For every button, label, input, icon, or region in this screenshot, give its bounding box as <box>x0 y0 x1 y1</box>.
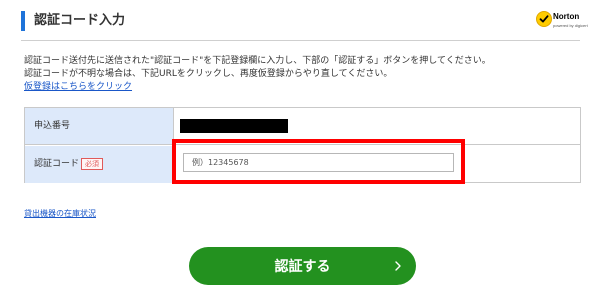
title-accent-bar <box>21 11 25 31</box>
page-header: 認証コード入力 Norton powered by digicert <box>0 0 600 40</box>
reregister-link[interactable]: 仮登録はこちらをクリック <box>24 81 491 94</box>
application-number-value-redacted <box>180 119 288 133</box>
norton-powered-by: powered by digicert <box>553 23 588 28</box>
equipment-stock-link[interactable]: 貸出機器の在庫状況 <box>24 208 96 219</box>
instructions: 認証コード送付先に送信された"認証コード"を下記登録欄に入力し、下部の「認証する… <box>24 55 491 94</box>
checkmark-icon <box>536 11 552 27</box>
required-badge: 必須 <box>81 158 103 170</box>
norton-seal[interactable]: Norton powered by digicert <box>536 10 588 38</box>
instruction-line-2: 認証コードが不明な場合は、下記URLをクリックし、再度仮登録からやり直してくださ… <box>24 69 393 79</box>
chevron-right-icon <box>395 261 401 271</box>
application-number-label: 申込番号 <box>34 121 71 131</box>
verification-code-label-cell: 認証コード 必須 <box>25 146 174 183</box>
norton-logo-text: Norton <box>553 12 580 21</box>
page-title: 認証コード入力 <box>34 13 126 28</box>
instruction-line-1: 認証コード送付先に送信された"認証コード"を下記登録欄に入力し、下部の「認証する… <box>24 56 491 66</box>
verify-button-label: 認証する <box>274 258 331 274</box>
header-divider <box>21 40 580 41</box>
verification-code-input[interactable] <box>183 153 454 172</box>
application-number-label-cell: 申込番号 <box>25 108 174 144</box>
verify-button[interactable]: 認証する <box>189 247 416 285</box>
verification-code-label: 認証コード <box>34 159 80 169</box>
